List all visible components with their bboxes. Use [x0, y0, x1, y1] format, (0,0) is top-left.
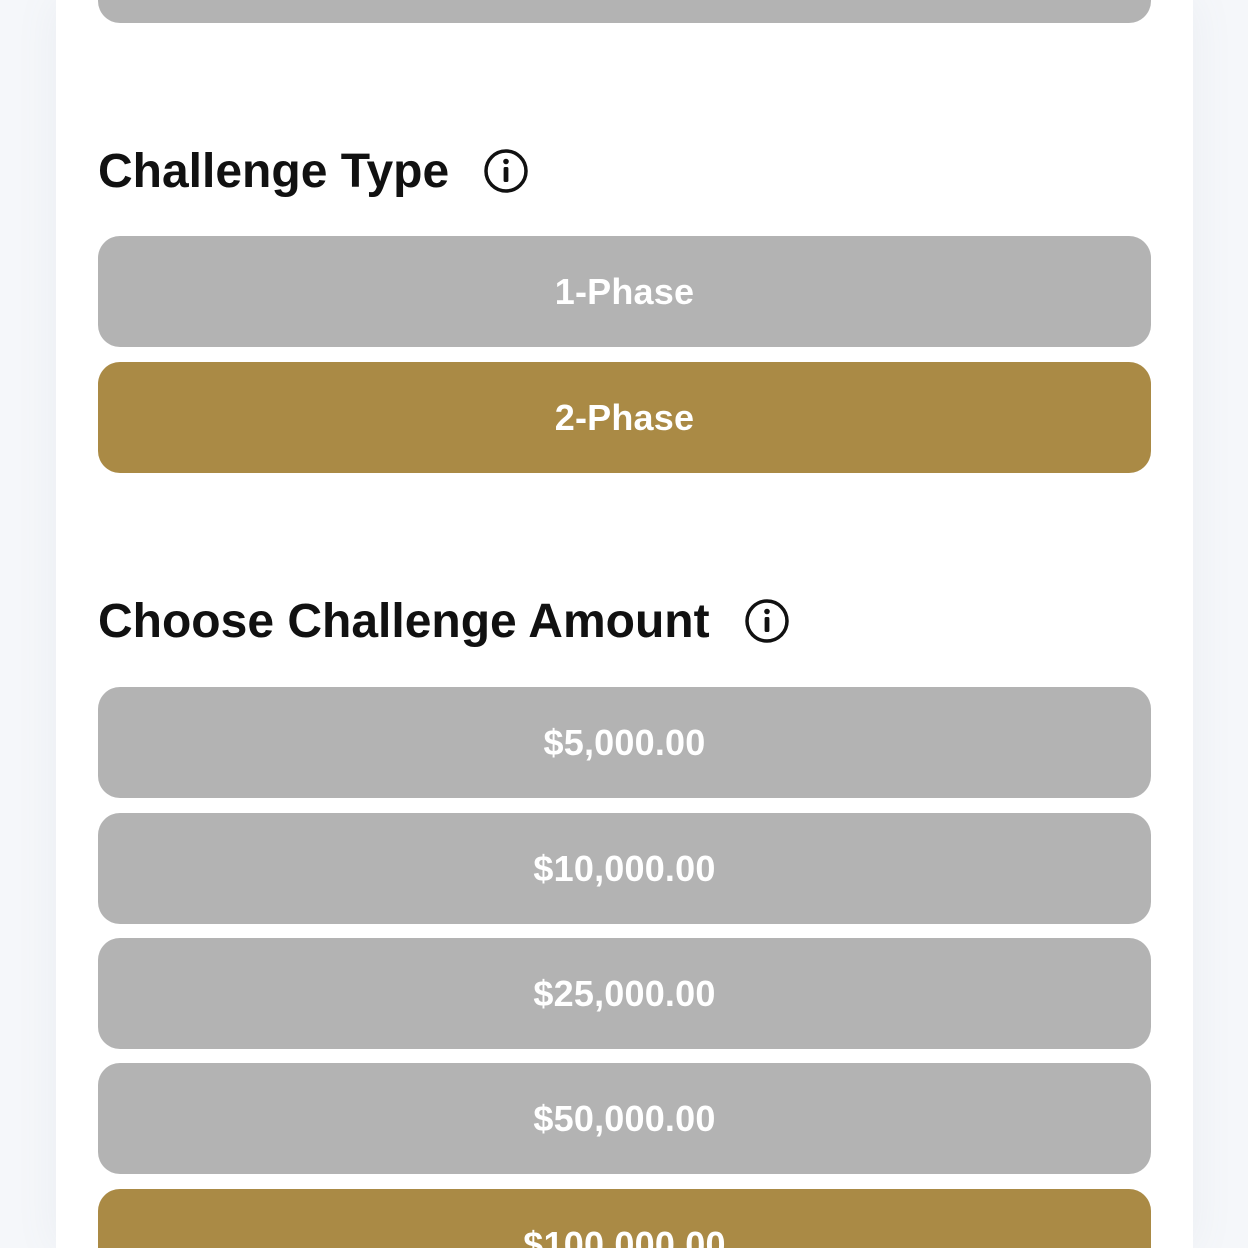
info-circle-icon[interactable]	[744, 598, 790, 644]
challenge-type-title: Challenge Type	[98, 144, 450, 198]
amount-option-100000[interactable]: $100,000.00	[98, 1189, 1151, 1248]
info-circle-icon[interactable]	[483, 148, 529, 194]
challenge-type-option-1-phase[interactable]: 1-Phase	[98, 236, 1151, 347]
challenge-amount-heading: Choose Challenge Amount	[98, 591, 790, 651]
challenge-config-card: Challenge Type 1-Phase 2-Phase Choose Ch…	[56, 0, 1193, 1248]
amount-option-10000[interactable]: $10,000.00	[98, 813, 1151, 924]
previous-section-option[interactable]	[98, 0, 1151, 23]
challenge-type-option-2-phase[interactable]: 2-Phase	[98, 362, 1151, 473]
amount-option-25000[interactable]: $25,000.00	[98, 938, 1151, 1049]
challenge-type-heading: Challenge Type	[98, 141, 529, 201]
amount-option-5000[interactable]: $5,000.00	[98, 687, 1151, 798]
challenge-amount-title: Choose Challenge Amount	[98, 594, 710, 648]
amount-option-50000[interactable]: $50,000.00	[98, 1063, 1151, 1174]
